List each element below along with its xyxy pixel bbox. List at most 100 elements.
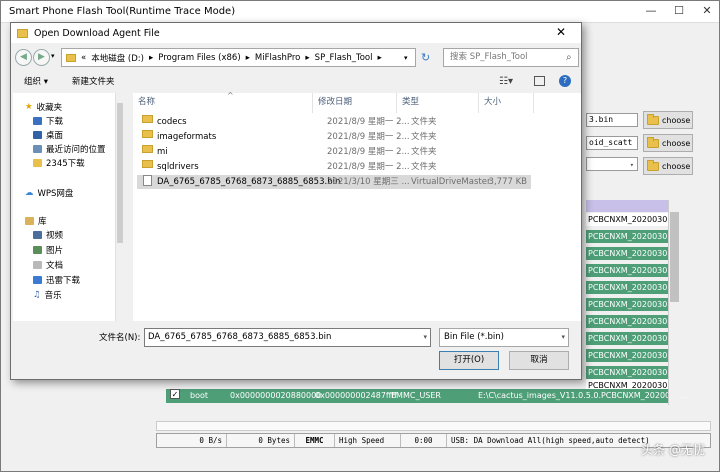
nav-thunder[interactable]: 迅雷下载 (33, 274, 80, 286)
nav-downloads[interactable]: 下载 (33, 115, 63, 127)
scrollbar-thumb[interactable] (117, 103, 123, 243)
desktop-icon (33, 131, 42, 139)
choose-da-button[interactable]: choose (643, 111, 693, 129)
nav-2345[interactable]: 2345下载 (33, 157, 85, 169)
view-options-icon[interactable]: ☷▾ (499, 76, 513, 87)
breadcrumb-miflashpro[interactable]: MiFlashPro (255, 53, 300, 63)
table-scrollbar[interactable] (668, 200, 680, 405)
file-row[interactable]: sqldrivers 2021/8/9 星期一 2... 文件夹 (137, 160, 531, 174)
preview-pane-icon[interactable] (534, 76, 545, 86)
status-bar: 0 B/s 0 Bytes EMMC High Speed 0:00 USB: … (156, 433, 711, 448)
chevron-right-icon: ▸ (305, 52, 310, 63)
file-row[interactable]: codecs 2021/8/9 星期一 2... 文件夹 (137, 115, 531, 129)
downloads-icon (33, 117, 42, 125)
table-row[interactable]: PCBCNXM_2020030... (586, 230, 668, 243)
address-bar[interactable]: « 本地磁盘 (D:) ▸ Program Files (x86) ▸ MiFlas… (61, 48, 416, 67)
chevron-right-icon: ▸ (245, 52, 250, 63)
choose-scatter-button[interactable]: choose (643, 134, 693, 152)
chevron-right-icon: ▸ (148, 52, 154, 63)
close-icon[interactable]: ✕ (541, 23, 581, 43)
folder-icon (647, 159, 659, 171)
nav-desktop[interactable]: 桌面 (33, 129, 63, 141)
help-icon[interactable]: ? (559, 75, 571, 87)
column-size[interactable]: 大小 (479, 93, 534, 113)
chevron-right-icon: ▸ (377, 52, 382, 63)
status-time: 0:00 (401, 434, 447, 447)
music-icon: ♫ (33, 290, 41, 300)
back-button[interactable]: ◀ (15, 49, 32, 66)
chevron-down-icon[interactable]: ▾ (51, 52, 55, 60)
nav-favorites[interactable]: ★ 收藏夹 (25, 101, 62, 113)
table-row-boot[interactable]: ✓ boot 0x0000000020880000 0x000000002487… (166, 389, 688, 403)
table-row[interactable]: PCBCNXM_2020030... (586, 315, 668, 328)
file-row-selected[interactable]: DA_6765_6785_6768_6873_6885_6853.bin 202… (137, 175, 531, 189)
nav-scrollbar[interactable] (115, 93, 123, 321)
open-file-dialog: Open Download Agent File ✕ ◀ ▶ ▾ « 本地磁盘 … (10, 22, 582, 380)
table-row[interactable]: PCBCNXM_2020030... (586, 298, 668, 311)
refresh-icon[interactable]: ↻ (421, 51, 430, 64)
table-row[interactable]: PCBCNXM_2020030... (586, 247, 668, 260)
breadcrumb-drive[interactable]: 本地磁盘 (D:) (91, 52, 144, 64)
table-row[interactable]: PCBCNXM_2020030... (586, 281, 668, 294)
column-type[interactable]: 类型 (397, 93, 479, 113)
region: EMMC_USER (391, 391, 441, 400)
file-row[interactable]: imageformats 2021/8/9 星期一 2... 文件夹 (137, 130, 531, 144)
chevron-down-icon[interactable]: ▾ (423, 329, 427, 346)
nav-music[interactable]: ♫ 音乐 (33, 289, 62, 301)
chevron-down-icon[interactable]: ▾ (404, 54, 408, 62)
nav-documents[interactable]: 文档 (33, 259, 63, 271)
table-row[interactable]: PCBCNXM_2020030... (586, 213, 668, 226)
organize-button[interactable]: 组织 ▾ (24, 75, 48, 87)
auth-path-field[interactable]: ▾ (586, 157, 638, 171)
file-list: 名称 ^ 修改日期 类型 大小 codecs 2021/8/9 星期一 2...… (133, 91, 581, 321)
breadcrumb-overflow[interactable]: « (81, 53, 86, 63)
search-icon: ⌕ (566, 52, 572, 63)
file-row[interactable]: mi 2021/8/9 星期一 2... 文件夹 (137, 145, 531, 159)
maximize-icon[interactable]: ☐ (665, 1, 693, 23)
scatter-path-field[interactable]: oid_scatt (586, 136, 638, 150)
location: E:\C\cactus_images_V11.0.5.0.PCBCNXM_202… (478, 391, 688, 400)
nav-pictures[interactable]: 图片 (33, 244, 63, 256)
table-row[interactable]: PCBCNXM_2020030... (586, 264, 668, 277)
table-row[interactable]: PCBCNXM_2020030... (586, 379, 668, 389)
nav-library[interactable]: 库 (25, 215, 47, 227)
folder-icon (142, 145, 153, 153)
column-name[interactable]: 名称 (133, 93, 313, 113)
file-type-select[interactable]: Bin File (*.bin) ▾ (439, 328, 569, 347)
recent-places-icon (33, 145, 42, 153)
new-folder-button[interactable]: 新建文件夹 (72, 75, 115, 87)
cancel-button[interactable]: 取消 (509, 351, 569, 370)
breadcrumb-program-files[interactable]: Program Files (x86) (158, 53, 240, 63)
scrollbar-thumb[interactable] (670, 212, 679, 302)
column-date[interactable]: 修改日期 (313, 93, 397, 113)
navigation-pane: ★ 收藏夹 下载 桌面 最近访问的位置 2345下载 ☁ WPS网盘 库 视频 图片… (13, 93, 123, 321)
search-input[interactable]: 搜索 SP_Flash_Tool (443, 48, 579, 67)
partition-name: boot (190, 391, 209, 400)
status-storage: EMMC (295, 434, 335, 447)
filename-label: 文件名(N): (99, 333, 141, 343)
nav-recent[interactable]: 最近访问的位置 (33, 143, 106, 155)
nav-videos[interactable]: 视频 (33, 229, 63, 241)
nav-wps[interactable]: ☁ WPS网盘 (25, 187, 73, 199)
close-icon[interactable]: ✕ (693, 1, 720, 23)
chevron-down-icon: ▾ (561, 333, 565, 341)
progress-bar (156, 421, 711, 431)
forward-button[interactable]: ▶ (33, 49, 50, 66)
minimize-icon[interactable]: — (637, 1, 665, 23)
library-icon (25, 217, 34, 225)
choose-auth-button[interactable]: choose (643, 157, 693, 175)
table-row[interactable]: PCBCNXM_2020030... (586, 349, 668, 362)
thunder-icon (33, 276, 42, 284)
status-bytes: 0 Bytes (227, 434, 295, 447)
status-speed: 0 B/s (157, 434, 227, 447)
da-path-field[interactable]: 3.bin (586, 113, 638, 127)
open-button[interactable]: 打开(O) (439, 351, 499, 370)
breadcrumb-sp-flash-tool[interactable]: SP_Flash_Tool (315, 53, 373, 63)
cloud-icon: ☁ (25, 188, 34, 198)
filename-input[interactable]: DA_6765_6785_6768_6873_6885_6853.bin ▾ (144, 328, 431, 347)
row-checkbox[interactable]: ✓ (170, 389, 180, 399)
status-mode: High Speed (335, 434, 401, 447)
table-row[interactable]: PCBCNXM_2020030... (586, 366, 668, 379)
table-row[interactable]: PCBCNXM_2020030... (586, 332, 668, 345)
dialog-toolbar: 组织 ▾ 新建文件夹 ☷▾ ? (11, 70, 581, 92)
